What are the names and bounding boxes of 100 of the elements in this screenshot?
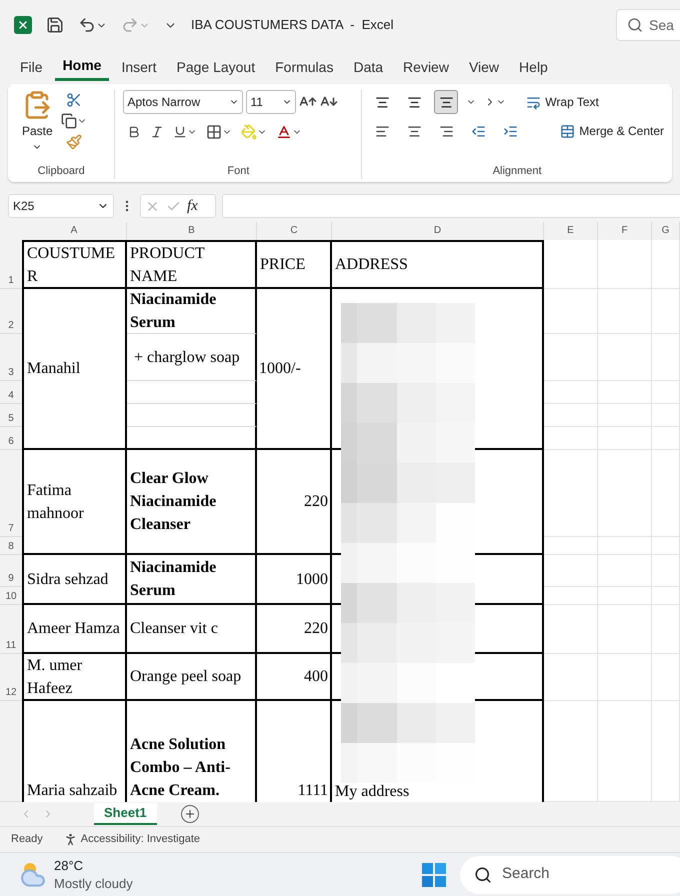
- customer-cell: Sidra sehzad: [22, 555, 127, 605]
- group-label: Alignment: [492, 164, 543, 178]
- column-heading: COUSTUMER: [22, 240, 127, 289]
- ribbon-tab[interactable]: Review: [395, 53, 457, 81]
- underline-icon[interactable]: [173, 125, 198, 139]
- vertical-align-button[interactable]: [434, 90, 458, 114]
- product-cell: + charglow soap: [127, 334, 257, 381]
- price-cell: 1000: [257, 555, 332, 605]
- group-label: Clipboard: [36, 164, 86, 178]
- price-cell: 220: [257, 605, 332, 654]
- empty-cell: [652, 605, 680, 654]
- column-header[interactable]: E: [544, 222, 598, 240]
- ribbon-tab[interactable]: File: [12, 53, 51, 81]
- price-cell: 400: [257, 654, 332, 701]
- product-cell: Orange peel soap: [127, 654, 257, 701]
- ribbon-tab[interactable]: Formulas: [267, 53, 342, 81]
- start-icon[interactable]: [422, 862, 446, 886]
- group-label: Font: [226, 164, 250, 178]
- weather-text: Mostly cloudy: [54, 874, 133, 892]
- product-cell: Niacinamide Serum: [127, 555, 257, 605]
- row-header[interactable]: 6: [0, 427, 22, 450]
- name-box[interactable]: K25: [8, 194, 114, 218]
- empty-cell: [598, 289, 652, 334]
- empty-cell: [652, 654, 680, 701]
- empty-cell: [598, 537, 652, 555]
- empty-cell: [598, 587, 652, 605]
- empty-cell: [652, 240, 680, 289]
- column-header[interactable]: G: [652, 222, 680, 240]
- empty-cell: [598, 240, 652, 289]
- product-cell: Acne Solution Combo – Anti-Acne Cream.: [127, 701, 257, 802]
- align-icon: [438, 94, 454, 110]
- empty-cell: [598, 555, 652, 587]
- column-header[interactable]: F: [598, 222, 652, 240]
- copy-icon[interactable]: [60, 113, 87, 129]
- sheet-tab[interactable]: Sheet1: [94, 803, 157, 825]
- product-cell: Cleanser vit c: [127, 605, 257, 654]
- row-header[interactable]: 5: [0, 404, 22, 427]
- merge-center-button[interactable]: Merge & Center: [560, 122, 664, 140]
- empty-cell: [652, 404, 680, 427]
- font-size-field[interactable]: 11: [246, 90, 296, 114]
- formula-field[interactable]: [222, 194, 680, 218]
- price-cell: 1000/-: [257, 289, 332, 450]
- empty-cell: [652, 381, 680, 404]
- customer-cell: Fatima mahnoor: [22, 450, 127, 555]
- temperature-text: 28°C: [54, 856, 84, 874]
- ribbon-tab[interactable]: Insert: [113, 53, 164, 81]
- borders-icon[interactable]: [206, 124, 232, 140]
- column-header[interactable]: D: [332, 222, 544, 240]
- empty-cell: [598, 381, 652, 404]
- ribbon-tab[interactable]: Data: [345, 53, 392, 81]
- paste-button[interactable]: Paste: [22, 90, 53, 162]
- empty-cell: [652, 587, 680, 605]
- fill-color-icon[interactable]: [241, 124, 268, 140]
- price-cell: 220: [257, 450, 332, 555]
- column-header[interactable]: B: [127, 222, 257, 240]
- accessibility-button[interactable]: Accessibility: Investigate: [62, 831, 200, 848]
- ribbon-tab[interactable]: Home: [54, 53, 110, 81]
- column-heading: ADDRESS: [332, 240, 544, 289]
- row-header[interactable]: 9: [0, 555, 22, 587]
- save-icon[interactable]: [46, 16, 64, 34]
- align-icon: [374, 94, 390, 110]
- row-header[interactable]: 1: [0, 240, 22, 289]
- title-bar-search-box[interactable]: Sea: [616, 9, 680, 41]
- column-header[interactable]: A: [22, 222, 127, 240]
- ribbon-tab[interactable]: Page Layout: [168, 53, 264, 81]
- empty-cell: [598, 654, 652, 701]
- empty-cell: [598, 334, 652, 381]
- row-header[interactable]: 10: [0, 587, 22, 605]
- italic-icon[interactable]: [150, 125, 164, 139]
- customer-cell: M. umer Hafeez: [22, 654, 127, 701]
- wrap-icon: [526, 94, 542, 110]
- row-header[interactable]: 7: [0, 450, 22, 537]
- row-header[interactable]: 8: [0, 537, 22, 555]
- undo-icon[interactable]: [78, 16, 107, 34]
- ribbon-tab[interactable]: Help: [511, 53, 556, 81]
- taskbar-search-field[interactable]: Search: [460, 856, 680, 894]
- row-header[interactable]: 3: [0, 334, 22, 381]
- add-sheet-icon[interactable]: [180, 805, 199, 823]
- row-header[interactable]: 4: [0, 381, 22, 404]
- excel-logo-icon: [14, 16, 32, 34]
- empty-cell: [652, 427, 680, 450]
- customer-cell: Maria sahzaib: [22, 701, 127, 802]
- wrap-text-button[interactable]: Wrap Text: [526, 93, 599, 111]
- bold-icon[interactable]: [127, 125, 142, 139]
- product-cell: Niacinamide Serum: [127, 289, 257, 334]
- column-header[interactable]: C: [257, 222, 332, 240]
- empty-cell: [544, 240, 598, 289]
- font-color-icon[interactable]: [276, 124, 302, 140]
- row-header[interactable]: 11: [0, 605, 22, 654]
- insert-function-button[interactable]: fx: [187, 194, 198, 218]
- product-cell: Clear Glow Niacinamide Cleanser: [127, 450, 257, 555]
- empty-cell: [598, 404, 652, 427]
- font-name-field[interactable]: Aptos Narrow: [123, 90, 244, 114]
- empty-cell: [598, 427, 652, 450]
- empty-cell: [598, 605, 652, 654]
- empty-cell: [652, 537, 680, 555]
- row-header[interactable]: 2: [0, 289, 22, 334]
- ribbon-tab[interactable]: View: [460, 53, 508, 81]
- row-header[interactable]: 12: [0, 654, 22, 701]
- search-icon: [627, 17, 643, 33]
